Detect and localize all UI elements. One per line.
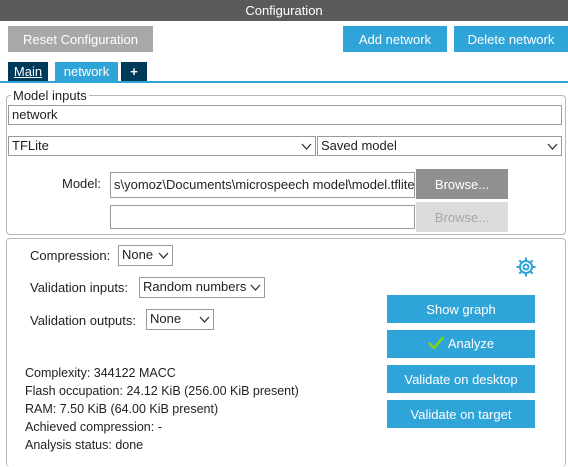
- reset-configuration-button[interactable]: Reset Configuration: [8, 26, 153, 52]
- validation-outputs-label: Validation outputs:: [30, 313, 136, 328]
- model-type-value: Saved model: [321, 138, 397, 153]
- check-icon: [428, 336, 444, 353]
- validation-inputs-value: Random numbers: [143, 279, 247, 294]
- model-inputs-legend: Model inputs: [13, 88, 87, 103]
- delete-network-button[interactable]: Delete network: [454, 26, 568, 52]
- validate-desktop-button[interactable]: Validate on desktop: [387, 365, 535, 393]
- compression-label: Compression:: [30, 248, 111, 263]
- chevron-down-icon: [158, 246, 169, 270]
- tab-network[interactable]: network: [55, 62, 118, 82]
- tab-main[interactable]: Main: [8, 62, 48, 82]
- second-path-input[interactable]: [110, 205, 415, 229]
- validation-inputs-select[interactable]: Random numbers: [139, 277, 265, 298]
- validation-outputs-select[interactable]: None: [146, 309, 214, 330]
- achieved-compression-text: Achieved compression: -: [25, 420, 162, 434]
- model-label: Model:: [62, 176, 102, 191]
- analysis-status-text: Analysis status: done: [25, 438, 144, 452]
- framework-value: TFLite: [12, 138, 49, 153]
- compression-select[interactable]: None: [118, 245, 173, 266]
- complexity-text: Complexity: 344122 MACC: [25, 366, 176, 380]
- validation-outputs-value: None: [150, 311, 182, 326]
- validation-inputs-label: Validation inputs:: [30, 280, 129, 295]
- framework-select[interactable]: TFLite: [8, 136, 316, 156]
- analyze-button[interactable]: Analyze: [387, 330, 535, 358]
- add-tab-button[interactable]: +: [121, 62, 147, 82]
- network-name-input[interactable]: network: [8, 105, 562, 125]
- flash-occupation-text: Flash occupation: 24.12 KiB (256.00 KiB …: [25, 384, 299, 398]
- browse-model-button[interactable]: Browse...: [416, 169, 508, 199]
- gear-icon[interactable]: [515, 256, 537, 278]
- add-network-button[interactable]: Add network: [343, 26, 447, 52]
- compression-value: None: [122, 247, 154, 262]
- chevron-down-icon: [199, 310, 210, 334]
- window-title: Configuration: [0, 0, 568, 21]
- tab-underline: [0, 81, 568, 83]
- ram-text: RAM: 7.50 KiB (64.00 KiB present): [25, 402, 219, 416]
- chevron-down-icon: [547, 137, 558, 161]
- validate-target-button[interactable]: Validate on target: [387, 400, 535, 428]
- chevron-down-icon: [301, 137, 312, 161]
- model-path-input[interactable]: s\yomoz\Documents\microspeech model\mode…: [110, 172, 415, 198]
- analyze-label: Analyze: [447, 336, 495, 352]
- show-graph-button[interactable]: Show graph: [387, 295, 535, 323]
- chevron-down-icon: [250, 278, 261, 302]
- browse-second-button[interactable]: Browse...: [416, 202, 508, 232]
- model-type-select[interactable]: Saved model: [317, 136, 562, 156]
